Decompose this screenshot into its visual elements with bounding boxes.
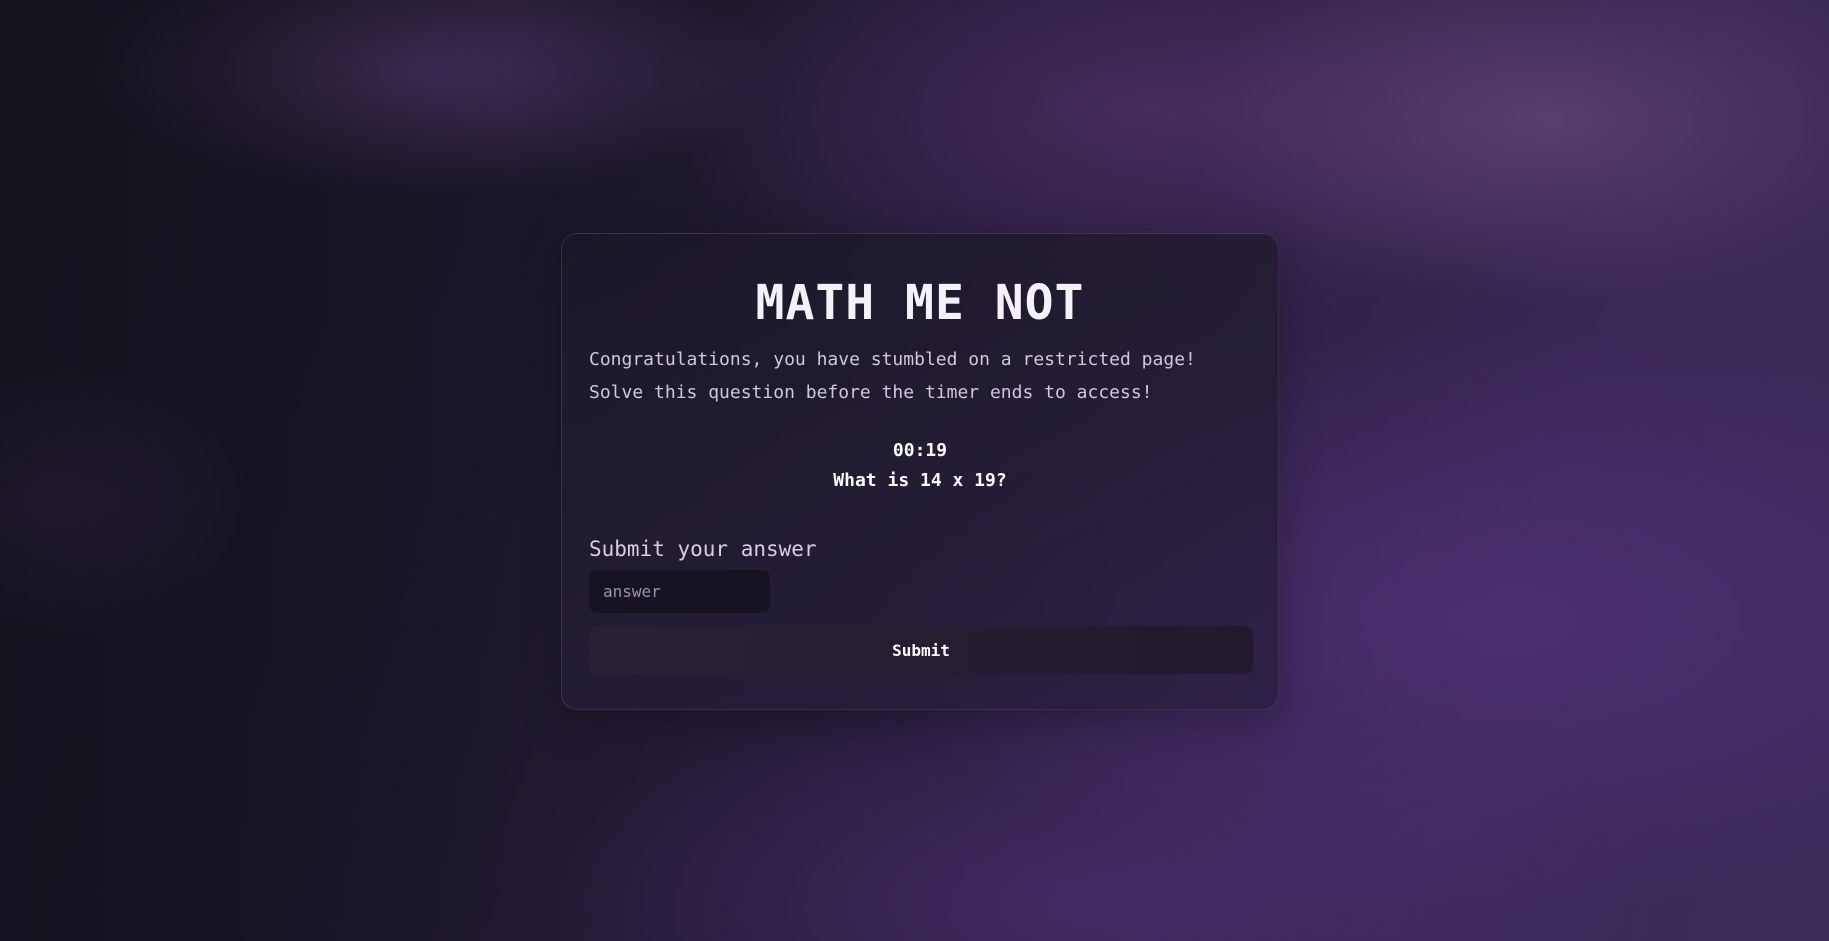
page-title: MATH ME NOT (755, 275, 1085, 331)
answer-label: Submit your answer (589, 537, 817, 561)
submit-button[interactable]: Submit (589, 626, 1253, 674)
intro-line-instructions: Solve this question before the timer end… (589, 382, 1153, 403)
intro-line-restricted: Congratulations, you have stumbled on a … (589, 349, 1196, 370)
countdown-timer: 00:19 (892, 440, 948, 461)
intro-text: Congratulations, you have stumbled on a … (589, 343, 1251, 409)
math-question: What is 14 x 19? (833, 470, 1007, 491)
answer-input[interactable] (589, 570, 770, 613)
challenge-card: MATH ME NOT Congratulations, you have st… (561, 233, 1279, 710)
